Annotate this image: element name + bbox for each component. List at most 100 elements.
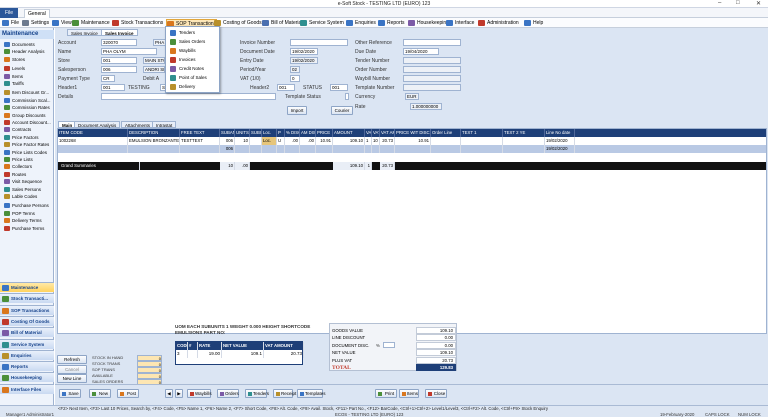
- grid-col-price-wit-disc[interactable]: PRICE WIT DISC: [395, 129, 431, 137]
- template-status-field[interactable]: [345, 93, 349, 100]
- ribbon-administration[interactable]: Administration: [478, 19, 519, 27]
- general-tab[interactable]: General: [24, 9, 50, 18]
- table-row[interactable]: 1002268EMULSION BRONZANTE SPF 4 250TESTT…: [58, 137, 766, 145]
- menu-item-waybills[interactable]: Waybills: [167, 47, 219, 55]
- grid-cell-order-line[interactable]: [431, 145, 461, 153]
- sidebar-category-sop-transactions[interactable]: SOP Transactions: [0, 304, 54, 315]
- sidebar-category-bill-of-material[interactable]: Bill of Material: [0, 327, 54, 338]
- toolbar-new-button[interactable]: New: [89, 389, 111, 398]
- grid-col-description[interactable]: DESCRIPTION: [128, 129, 180, 137]
- grid-cell-amount[interactable]: 109.10: [333, 137, 365, 145]
- grid-cell-price[interactable]: [316, 145, 333, 153]
- store-field[interactable]: 001: [101, 57, 137, 64]
- ribbon-costing-of-goods[interactable]: Costing of Goods: [214, 19, 262, 27]
- sidebar-item-lable-codes[interactable]: Lable Codes: [1, 193, 53, 200]
- next-record-button[interactable]: ▶: [175, 389, 183, 398]
- menu-item-point-of-sales[interactable]: Point of Sales: [167, 74, 219, 82]
- grid-col-item-code[interactable]: ITEM CODE: [58, 129, 128, 137]
- sidebar-item-items[interactable]: Items: [1, 73, 53, 80]
- minimize-button[interactable]: –: [718, 0, 721, 6]
- grid-col-line-no-date[interactable]: Line No date: [545, 129, 575, 137]
- sidebar-category-costing-of-goods[interactable]: Costing Of Goods: [0, 315, 54, 326]
- grid-cell-line-no-date[interactable]: 19/02/2020: [545, 137, 575, 145]
- tab-attachments[interactable]: Attachments: [121, 121, 155, 128]
- grid-cell-units[interactable]: 10: [235, 137, 250, 145]
- ribbon-interface[interactable]: Interface: [446, 19, 474, 27]
- menu-item-tenders[interactable]: Tenders: [167, 29, 219, 37]
- grid-cell-description[interactable]: EMULSION BRONZANTE SPF 4 250: [128, 137, 180, 145]
- due-date-field[interactable]: 19/04/2020: [403, 48, 439, 55]
- invoice-number-field[interactable]: [290, 39, 348, 46]
- tab-document-analysis[interactable]: Document Analysis: [74, 121, 121, 128]
- grid-cell-item-code[interactable]: [58, 145, 128, 153]
- grid-col-loc[interactable]: Loc.: [262, 129, 277, 137]
- sidebar-item-documents[interactable]: Documents: [1, 41, 53, 48]
- menu-item-invoices[interactable]: Invoices: [167, 56, 219, 64]
- sidebar-item-commission-scal[interactable]: Commission Scal...: [1, 97, 53, 104]
- sidebar-item-price-lists[interactable]: Price Lists: [1, 156, 53, 163]
- tab-sales-invoice-2[interactable]: Sales Invoice: [101, 29, 138, 36]
- grid-col-vat-am[interactable]: VAT AM: [380, 129, 395, 137]
- grid-cell-vat[interactable]: [365, 145, 372, 153]
- grid-cell-free-text[interactable]: TESTTEXT: [180, 137, 220, 145]
- grid-cell-order-line[interactable]: [431, 137, 461, 145]
- sidebar-item-purchase-terms[interactable]: Purchase Terms: [1, 225, 53, 232]
- toolbar-orders-button[interactable]: Orders: [217, 389, 239, 398]
- sidebar-item-routes[interactable]: Routes: [1, 171, 53, 178]
- ribbon-file[interactable]: File: [2, 19, 19, 27]
- ribbon-enquiries[interactable]: Enquiries: [346, 19, 376, 27]
- menu-item-delivery[interactable]: Delivery: [167, 83, 219, 91]
- grid-col-amount[interactable]: AMOUNT: [333, 129, 365, 137]
- grid-cell-vat-am[interactable]: 20.73: [380, 137, 395, 145]
- grid-col-suban[interactable]: SUBAN: [220, 129, 235, 137]
- grid-col-text-1[interactable]: TEXT 1: [461, 129, 503, 137]
- sidebar-category-maintenance[interactable]: Maintenance: [0, 282, 54, 292]
- grid-cell-text-2-ye[interactable]: [503, 137, 545, 145]
- other-reference-field[interactable]: [403, 39, 461, 46]
- ribbon-maintenance[interactable]: Maintenance: [72, 19, 110, 27]
- grid-col-text-2-ye[interactable]: TEXT 2 YE: [503, 129, 545, 137]
- sidebar-category-reports[interactable]: Reports: [0, 361, 54, 372]
- sidebar-item-header-analysis[interactable]: Header Analysis: [1, 48, 53, 55]
- grid-cell-price-wit-disc[interactable]: 10.91: [395, 137, 431, 145]
- table-row[interactable]: 006 19/02/2020: [58, 145, 766, 153]
- grid-col-subun[interactable]: SUBUN: [250, 129, 262, 137]
- tab-intrastat[interactable]: Intrastat: [152, 121, 177, 128]
- sidebar-item-group-discounts[interactable]: Group Discounts: [1, 112, 53, 119]
- ribbon-help[interactable]: Help: [524, 19, 543, 27]
- name-field[interactable]: PHA OLYM: [101, 48, 157, 55]
- document-discount-percent-field[interactable]: [383, 342, 395, 348]
- grid-col-p[interactable]: P: [277, 129, 285, 137]
- grid-col-vat[interactable]: VAT: [365, 129, 372, 137]
- grid-cell-am-disc[interactable]: [300, 145, 316, 153]
- sidebar-category-interface-files[interactable]: Interface Files: [0, 383, 54, 394]
- grid-col-price[interactable]: PRICE: [316, 129, 333, 137]
- grid-cell-disc[interactable]: .00: [285, 137, 300, 145]
- grid-cell-price-wit-disc[interactable]: [395, 145, 431, 153]
- payment-type-field[interactable]: CR: [101, 75, 115, 82]
- grid-cell-item-code[interactable]: 1002268: [58, 137, 128, 145]
- refresh-button[interactable]: Refresh: [57, 355, 87, 364]
- sidebar-item-commission-rates[interactable]: Commission Rates: [1, 104, 53, 111]
- grid-cell-p[interactable]: [277, 145, 285, 153]
- sidebar-item-pop-terms[interactable]: POP Terms: [1, 210, 53, 217]
- grid-col-disc[interactable]: % DISC: [285, 129, 300, 137]
- ribbon-reports[interactable]: Reports: [378, 19, 405, 27]
- grid-cell-disc[interactable]: [285, 145, 300, 153]
- toolbar-receipt-button[interactable]: Receipt: [273, 389, 296, 398]
- menu-item-sales-orders[interactable]: Sales Orders: [167, 38, 219, 46]
- ribbon-settings[interactable]: Settings: [22, 19, 49, 27]
- grid-cell-suban[interactable]: 006: [220, 137, 235, 145]
- vat-field[interactable]: 0: [290, 75, 300, 82]
- sidebar-category-service-system[interactable]: Service System: [0, 338, 54, 349]
- ribbon-bill-of-material[interactable]: Bill of Material: [262, 19, 302, 27]
- toolbar-templates-button[interactable]: Templates: [297, 389, 326, 398]
- toolbar-waybills-button[interactable]: Waybills: [187, 389, 212, 398]
- sidebar-item-purchase-persons[interactable]: Purchase Persons: [1, 202, 53, 209]
- grid-cell-text-2-ye[interactable]: [503, 145, 545, 153]
- toolbar-tenders-button[interactable]: Tenders: [245, 389, 269, 398]
- ribbon-service-system[interactable]: Service System: [300, 19, 344, 27]
- grid-cell-vat[interactable]: 1: [365, 137, 372, 145]
- sidebar-item-price-lists-codes[interactable]: Price Lists Codes: [1, 149, 53, 156]
- grid-cell-subun[interactable]: [250, 145, 262, 153]
